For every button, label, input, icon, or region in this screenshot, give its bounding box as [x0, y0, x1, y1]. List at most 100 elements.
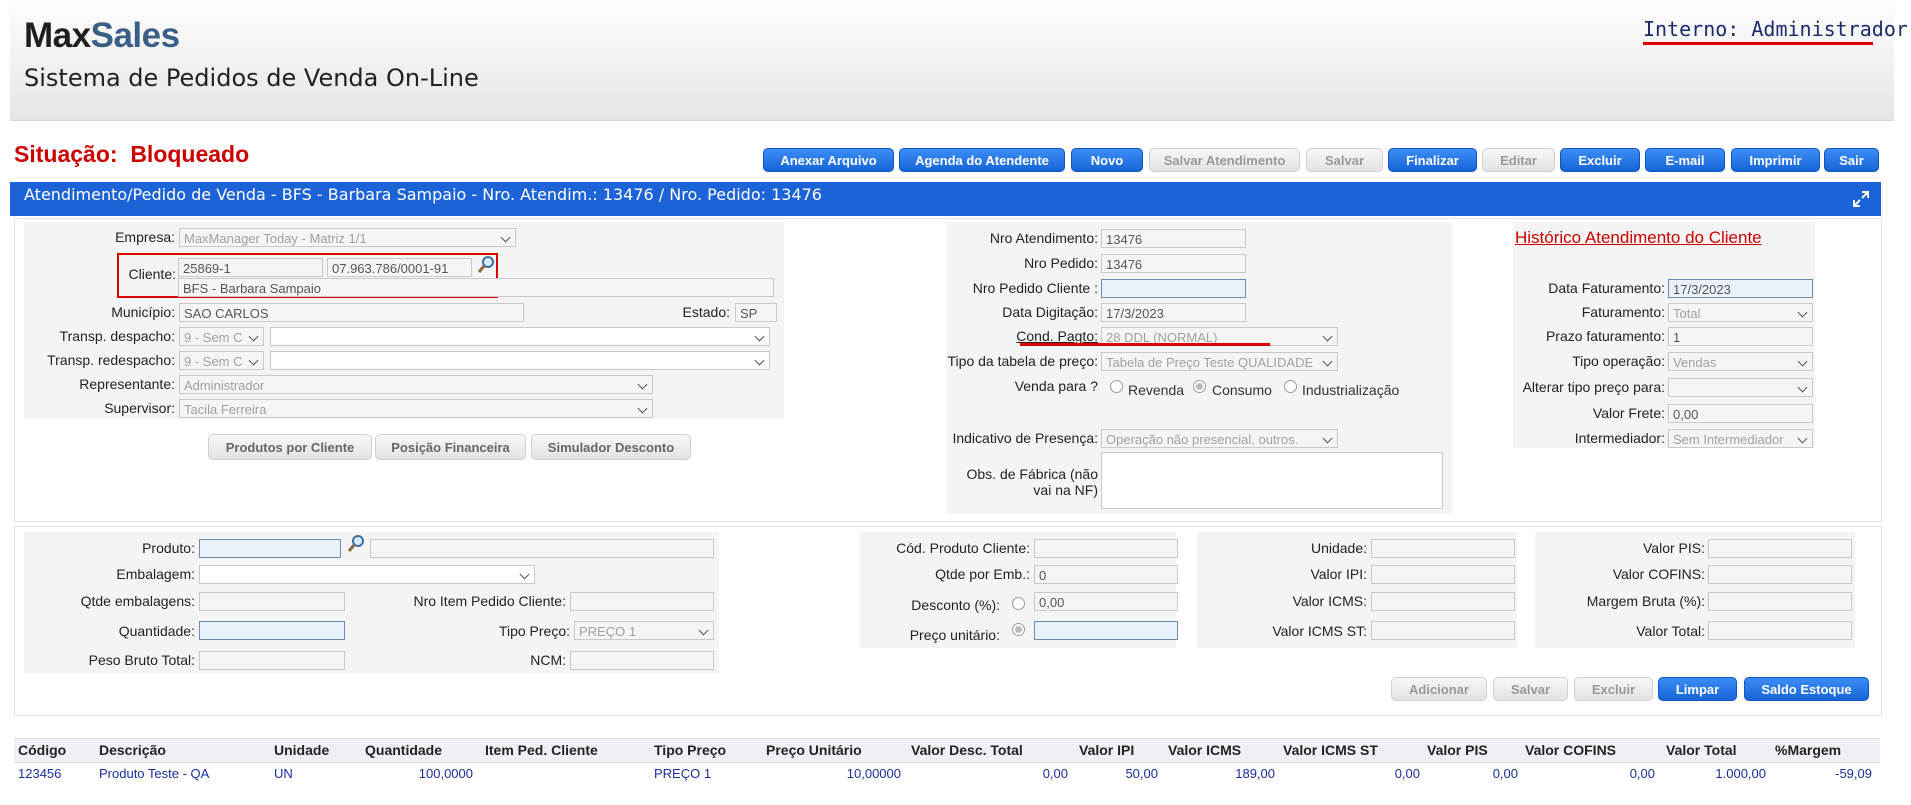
save-attendance-button[interactable]: Salvar Atendimento: [1149, 148, 1300, 172]
items-grid-header: Código Descrição Unidade Quantidade Item…: [14, 738, 1880, 763]
search-product-icon[interactable]: [346, 534, 366, 554]
tipo-operacao-select[interactable]: Vendas: [1668, 352, 1813, 371]
nro-pedido-label: Nro Pedido:: [1024, 255, 1098, 271]
agenda-button[interactable]: Agenda do Atendente: [899, 148, 1065, 172]
col-valor-desc-total[interactable]: Valor Desc. Total: [911, 742, 1023, 758]
col-valor-ipi[interactable]: Valor IPI: [1079, 742, 1134, 758]
col-valor-pis[interactable]: Valor PIS: [1427, 742, 1488, 758]
col-quantidade[interactable]: Quantidade: [365, 742, 442, 758]
representante-select[interactable]: Administrador: [179, 375, 653, 394]
embalagem-select[interactable]: [199, 565, 535, 584]
intermediador-label: Intermediador:: [1574, 430, 1665, 446]
maxsales-logo: MaxSales: [24, 16, 180, 55]
col-codigo[interactable]: Código: [18, 742, 66, 758]
col-valor-total[interactable]: Valor Total: [1666, 742, 1737, 758]
email-button[interactable]: E-mail: [1645, 148, 1725, 172]
discount-simulator-button[interactable]: Simulador Desconto: [531, 434, 691, 460]
industrializacao-radio[interactable]: [1284, 380, 1297, 393]
alterar-tipo-preco-select[interactable]: [1668, 378, 1813, 397]
desconto-radio[interactable]: [1012, 597, 1025, 610]
estado-label: Estado:: [682, 304, 730, 320]
exit-button[interactable]: Sair: [1824, 148, 1879, 172]
cell-valor-cofins: 0,00: [1629, 766, 1655, 781]
save-button[interactable]: Salvar: [1306, 148, 1383, 172]
valor-frete-label: Valor Frete:: [1592, 405, 1665, 421]
save-item-button[interactable]: Salvar: [1493, 677, 1568, 701]
app-header: [10, 2, 1894, 121]
faturamento-select[interactable]: Total: [1668, 303, 1813, 322]
financial-position-button[interactable]: Posição Financeira: [375, 434, 526, 460]
edit-button[interactable]: Editar: [1482, 148, 1555, 172]
col-descricao[interactable]: Descrição: [99, 742, 166, 758]
col-valor-icms[interactable]: Valor ICMS: [1168, 742, 1241, 758]
col-preco-unitario[interactable]: Preço Unitário: [766, 742, 862, 758]
cell-valor-pis: 0,00: [1492, 766, 1518, 781]
tipo-operacao-label: Tipo operação:: [1572, 353, 1665, 369]
empresa-select[interactable]: MaxManager Today - Matriz 1/1: [179, 228, 516, 247]
col-item-ped-cliente[interactable]: Item Ped. Cliente: [485, 742, 598, 758]
quantidade-label: Quantidade:: [118, 623, 195, 639]
expand-icon[interactable]: [1852, 190, 1870, 208]
valor-icms-st-field: [1371, 621, 1515, 640]
obs-fabrica-textarea[interactable]: [1101, 452, 1443, 509]
stock-balance-button[interactable]: Saldo Estoque: [1744, 677, 1869, 701]
col-unidade[interactable]: Unidade: [274, 742, 329, 758]
data-faturamento-label: Data Faturamento:: [1548, 280, 1665, 296]
supervisor-label: Supervisor:: [104, 400, 175, 416]
intermediador-select[interactable]: Sem Intermediador: [1668, 429, 1813, 448]
client-name-field: BFS - Barbara Sampaio: [178, 278, 774, 297]
client-code-field[interactable]: 25869-1: [178, 258, 323, 277]
order-title-bar: Atendimento/Pedido de Venda - BFS - Barb…: [10, 182, 1881, 216]
qtde-por-emb-field: 0: [1034, 565, 1178, 584]
cell-descricao: Produto Teste - QA: [99, 766, 210, 781]
valor-frete-field: 0,00: [1668, 404, 1813, 423]
valor-total-field: [1708, 621, 1852, 640]
delete-item-button[interactable]: Excluir: [1574, 677, 1653, 701]
consumo-radio[interactable]: [1193, 380, 1206, 393]
margem-bruta-field: [1708, 592, 1852, 611]
produto-label: Produto:: [142, 540, 195, 556]
transp-despacho-select[interactable]: 9 - Sem C: [179, 327, 264, 346]
quantidade-field[interactable]: [199, 621, 345, 640]
valor-ipi-label: Valor IPI:: [1310, 566, 1367, 582]
revenda-radio[interactable]: [1110, 380, 1123, 393]
transp-redespacho-detail-select[interactable]: [270, 351, 770, 370]
print-button[interactable]: Imprimir: [1731, 148, 1820, 172]
tipo-tabela-select[interactable]: Tabela de Preço Teste QUALIDADE: [1101, 352, 1338, 371]
order-status: Situação: Bloqueado: [14, 141, 250, 167]
transp-redespacho-select[interactable]: 9 - Sem C: [179, 351, 264, 370]
add-item-button[interactable]: Adicionar: [1391, 677, 1487, 701]
products-by-client-button[interactable]: Produtos por Cliente: [208, 434, 372, 460]
cond-pagto-label[interactable]: Cond. Pagto:: [946, 328, 1098, 344]
tipo-preco-label: Tipo Preço:: [498, 623, 570, 639]
unidade-field: [1371, 539, 1515, 558]
col-valor-cofins[interactable]: Valor COFINS: [1525, 742, 1616, 758]
col-valor-icms-st[interactable]: Valor ICMS ST: [1283, 742, 1378, 758]
search-client-icon[interactable]: [476, 255, 496, 275]
preco-unitario-field[interactable]: [1034, 621, 1178, 640]
col-margem[interactable]: %Margem: [1775, 742, 1841, 758]
nro-pedido-cliente-field[interactable]: [1101, 279, 1246, 298]
clear-item-button[interactable]: Limpar: [1658, 677, 1737, 701]
valor-icms-label: Valor ICMS:: [1292, 593, 1367, 609]
valor-pis-field: [1708, 539, 1852, 558]
transp-despacho-detail-select[interactable]: [270, 327, 770, 346]
supervisor-select[interactable]: Tacila Ferreira: [179, 399, 653, 418]
produto-field[interactable]: [199, 539, 341, 558]
cell-valor-icms: 189,00: [1235, 766, 1275, 781]
client-cnpj-field[interactable]: 07.963.786/0001-91: [327, 258, 472, 277]
cell-codigo: 123456: [18, 766, 62, 781]
attach-file-button[interactable]: Anexar Arquivo: [763, 148, 894, 172]
historico-link[interactable]: Histórico Atendimento do Cliente: [1515, 228, 1762, 248]
col-tipo-preco[interactable]: Tipo Preço: [654, 742, 726, 758]
preco-unitario-radio[interactable]: [1012, 623, 1025, 636]
user-highlight-line: [1643, 42, 1873, 45]
finalize-button[interactable]: Finalizar: [1388, 148, 1477, 172]
prazo-faturamento-label: Prazo faturamento:: [1545, 328, 1665, 344]
valor-icms-st-label: Valor ICMS ST:: [1272, 623, 1367, 639]
delete-button[interactable]: Excluir: [1560, 148, 1640, 172]
new-button[interactable]: Novo: [1071, 148, 1143, 172]
data-faturamento-field[interactable]: 17/3/2023: [1668, 279, 1813, 298]
indicativo-presenca-select[interactable]: Operação não presencial, outros.: [1101, 429, 1338, 448]
tipo-preco-select[interactable]: PREÇO 1: [574, 621, 714, 640]
